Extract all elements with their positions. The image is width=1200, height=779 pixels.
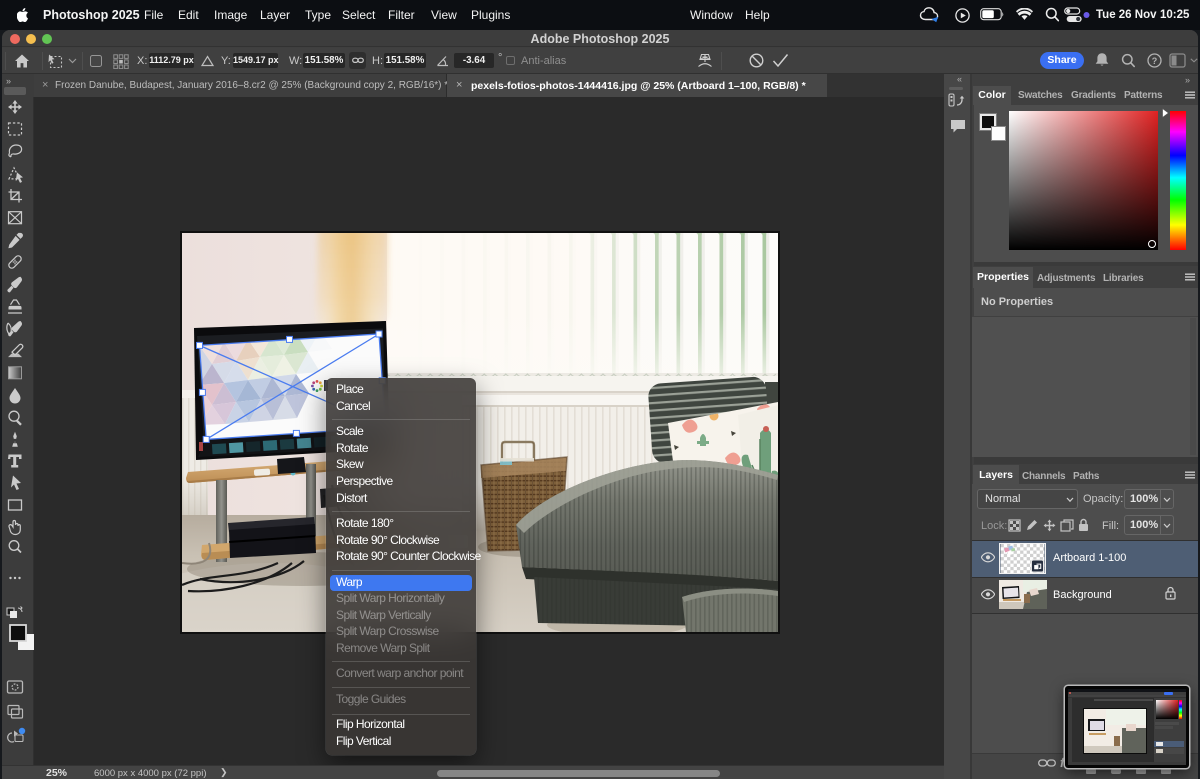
svg-text:?: ? [1152,56,1158,66]
